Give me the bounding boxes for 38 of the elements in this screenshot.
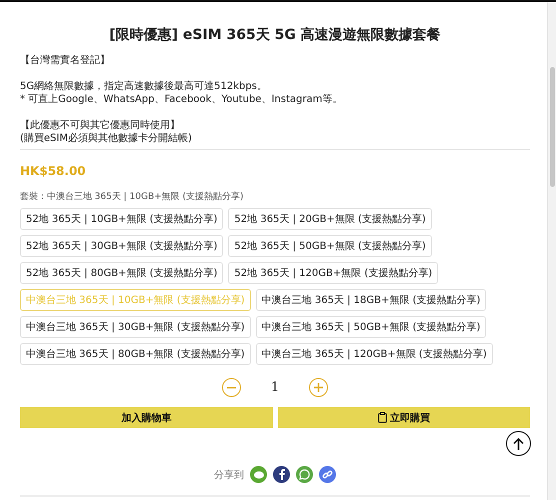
decrease-button[interactable] — [222, 378, 241, 397]
option-button[interactable]: 52地 365天 | 10GB+無限 (支援熱點分享) — [20, 208, 224, 230]
option-button[interactable]: 52地 365天 | 30GB+無限 (支援熱點分享) — [20, 235, 224, 257]
plus-icon — [314, 383, 324, 392]
option-button[interactable]: 中澳台三地 365天 | 50GB+無限 (支援熱點分享) — [256, 316, 486, 338]
add-to-cart-button[interactable]: 加入購物車 — [20, 407, 272, 428]
clipboard-icon — [378, 412, 387, 423]
speech-bubble-icon — [254, 470, 264, 478]
copy-link-button[interactable] — [319, 466, 336, 483]
option-button[interactable]: 52地 365天 | 50GB+無限 (支援熱點分享) — [228, 235, 432, 257]
line-share-button[interactable] — [250, 466, 267, 483]
facebook-icon — [278, 469, 286, 480]
minus-icon — [226, 386, 236, 388]
description-line: 【台灣需實名登記】 — [20, 54, 111, 67]
product-title: [限時優惠] eSIM 365天 5G 高速漫遊無限數據套餐 — [108, 26, 442, 44]
description-line: 5G網絡無限數據，指定高速數據後最高可達512kbps。 — [20, 80, 268, 93]
facebook-share-button[interactable] — [273, 466, 290, 483]
variant-label: 套裝 : 中澳台三地 365天 | 10GB+無限 (支援熱點分享) — [20, 190, 245, 203]
price: HK$58.00 — [20, 164, 87, 178]
share-label: 分享到 — [214, 468, 244, 482]
option-button[interactable]: 52地 365天 | 20GB+無限 (支援熱點分享) — [228, 208, 432, 230]
back-to-top-button[interactable] — [506, 431, 531, 456]
buy-now-button[interactable]: 立即購買 — [278, 407, 530, 428]
link-icon — [322, 469, 333, 480]
description-line: * 可直上Google、WhatsApp、Facebook、Youtube、Instagram等。 — [20, 93, 344, 106]
option-button[interactable]: 中澳台三地 365天 | 120GB+無限 (支援熱點分享) — [256, 343, 493, 365]
option-button[interactable]: 52地 365天 | 80GB+無限 (支援熱點分享) — [20, 262, 224, 284]
description-line: (購買eSIM必須與其他數據卡分開結帳) — [20, 132, 193, 145]
option-button[interactable]: 中澳台三地 365天 | 18GB+無限 (支援熱點分享) — [256, 289, 486, 311]
option-button[interactable]: 中澳台三地 365天 | 80GB+無限 (支援熱點分享) — [20, 343, 251, 365]
whatsapp-icon — [299, 469, 310, 480]
description-line: 【此優惠不可與其它優惠同時使用】 — [20, 119, 181, 132]
increase-button[interactable] — [309, 378, 328, 397]
option-button[interactable]: 中澳台三地 365天 | 30GB+無限 (支援熱點分享) — [20, 316, 251, 338]
arrow-up-icon — [513, 438, 524, 450]
whatsapp-share-button[interactable] — [296, 466, 313, 483]
option-button[interactable]: 52地 365天 | 120GB+無限 (支援熱點分享) — [228, 262, 438, 284]
quantity-value: 1 — [270, 380, 280, 395]
